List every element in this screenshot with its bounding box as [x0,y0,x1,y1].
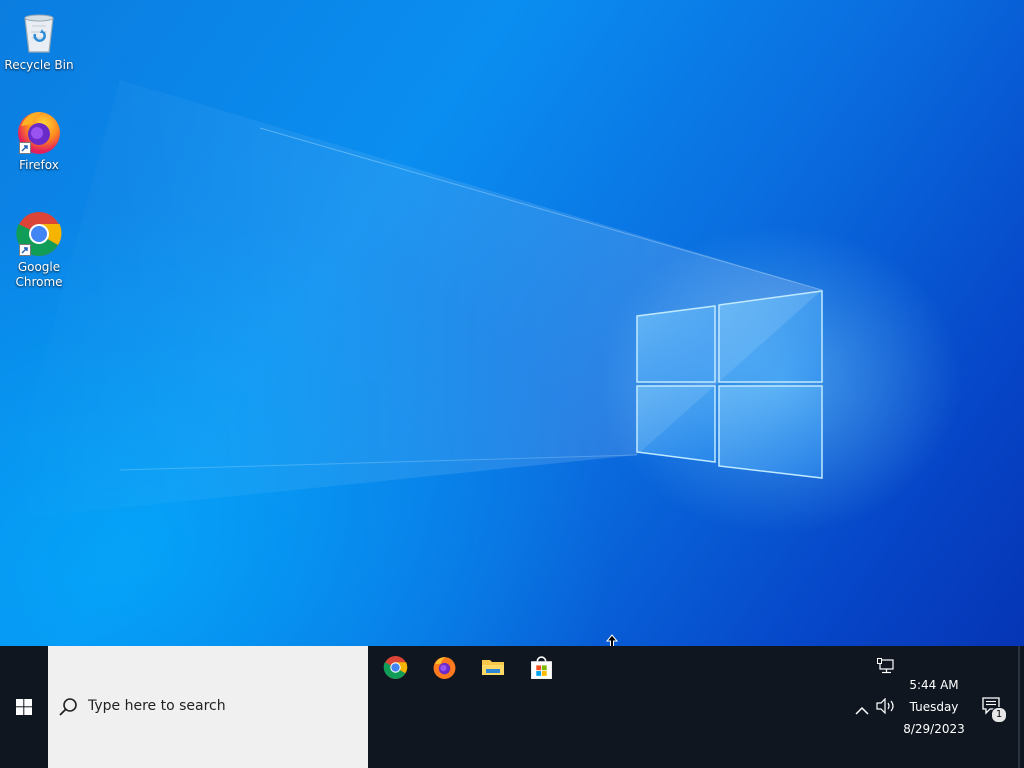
desktop-icon-label: Google Chrome [15,260,63,289]
desktop-icon-label: Recycle Bin [4,58,74,72]
chrome-icon [15,210,63,258]
taskbar-pinned-firefox[interactable] [420,648,468,688]
desktop-icon-google-chrome[interactable]: Google Chrome [4,210,74,290]
file-explorer-icon [482,660,504,675]
chevron-up-icon[interactable] [855,701,869,720]
desktop-wallpaper[interactable] [0,0,1024,646]
volume-icon[interactable] [876,697,896,718]
windows-logo-icon [16,699,32,715]
desktop-screen: Recycle Bin Firefox Google Chrome Type h… [0,0,1024,768]
show-desktop-button[interactable] [1018,646,1020,768]
taskbar-pinned-file-explorer[interactable] [469,648,517,688]
desktop-icon-label: Firefox [19,158,59,172]
taskbar: Type here to search 5:44 AM Tuesday 8/29… [0,646,1024,768]
search-icon [59,698,77,716]
firefox-icon [433,657,456,679]
notification-count-badge: 1 [991,707,1007,723]
taskbar-pinned-chrome[interactable] [371,648,419,688]
firefox-icon [15,108,63,156]
network-icon[interactable] [877,658,895,678]
store-icon [531,656,552,679]
start-button[interactable] [0,646,48,768]
clock-date: 8/29/2023 [903,722,965,736]
shortcut-arrow-icon [19,244,31,256]
clock-time: 5:44 AM [909,678,959,692]
recycle-bin-icon [15,8,63,56]
chrome-icon [383,656,408,679]
search-input[interactable]: Type here to search [48,646,368,768]
desktop-icon-firefox[interactable]: Firefox [4,108,74,173]
clock-day: Tuesday [909,700,959,714]
taskbar-pinned-microsoft-store[interactable] [517,648,565,688]
desktop-icon-recycle-bin[interactable]: Recycle Bin [4,8,74,73]
search-placeholder: Type here to search [88,698,226,714]
shortcut-arrow-icon [19,142,31,154]
wallpaper-windows-logo [0,80,823,520]
